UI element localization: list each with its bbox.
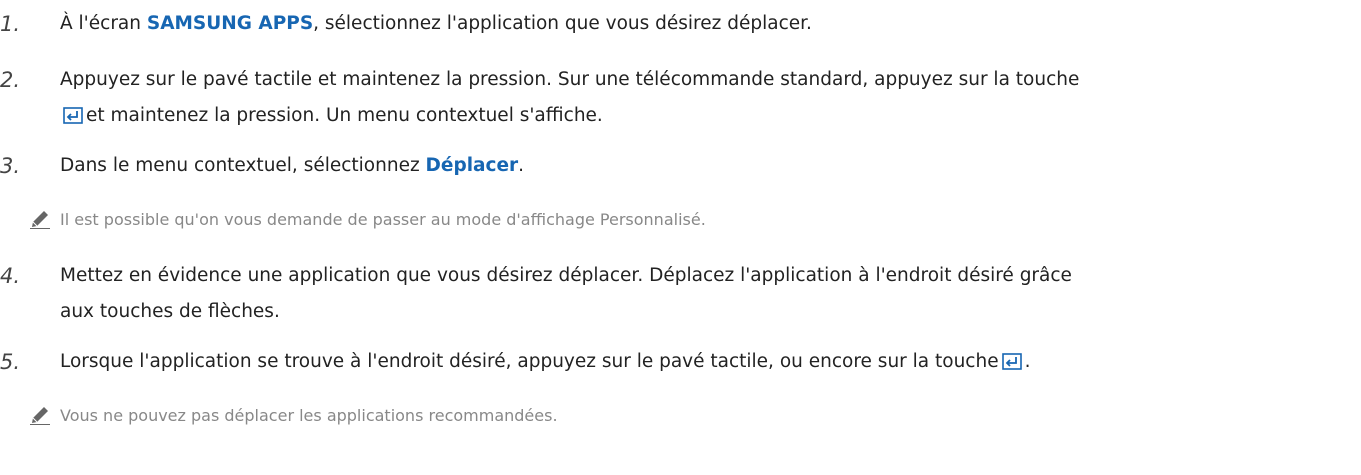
note-text: Il est possible qu'on vous demande de pa… — [60, 210, 706, 229]
step-4: 4. Mettez en évidence une application qu… — [0, 258, 1361, 330]
pencil-icon — [30, 407, 50, 425]
step-1: 1. À l'écran SAMSUNG APPS, sélectionnez … — [0, 6, 1361, 42]
step-5: 5. Lorsque l'application se trouve à l'e… — [0, 344, 1361, 380]
step-text: Mettez en évidence une application que v… — [60, 265, 1072, 286]
move-label: Déplacer — [425, 155, 519, 176]
step-text: Lorsque l'application se trouve à l'endr… — [60, 351, 999, 372]
step-number: 4. — [0, 264, 21, 288]
step-2: 2. Appuyez sur le pavé tactile et mainte… — [0, 62, 1361, 134]
pencil-icon — [30, 211, 50, 229]
note-2: Vous ne pouvez pas déplacer les applicat… — [28, 402, 1361, 430]
samsung-apps-label: SAMSUNG APPS — [146, 13, 314, 34]
step-number: 1. — [0, 12, 21, 36]
step-3: 3. Dans le menu contextuel, sélectionnez… — [0, 148, 1361, 184]
step-text: Appuyez sur le pavé tactile et maintenez… — [60, 69, 1080, 90]
step-number: 5. — [0, 350, 21, 374]
step-text: et maintenez la pression. Un menu contex… — [86, 105, 603, 126]
step-text: . — [1024, 351, 1031, 372]
note-text: Vous ne pouvez pas déplacer les applicat… — [60, 406, 558, 425]
step-text: aux touches de flèches. — [60, 301, 280, 322]
step-text: . — [518, 155, 525, 176]
note-1: Il est possible qu'on vous demande de pa… — [28, 206, 1361, 234]
step-number: 3. — [0, 154, 21, 178]
step-number: 2. — [0, 68, 21, 92]
step-text: Dans le menu contextuel, sélectionnez — [60, 155, 426, 176]
instruction-document: 1. À l'écran SAMSUNG APPS, sélectionnez … — [0, 0, 1361, 475]
step-text: À l'écran — [60, 13, 147, 34]
enter-key-icon — [63, 107, 83, 124]
enter-key-icon — [1001, 353, 1022, 370]
step-text: , sélectionnez l'application que vous dé… — [313, 13, 812, 34]
